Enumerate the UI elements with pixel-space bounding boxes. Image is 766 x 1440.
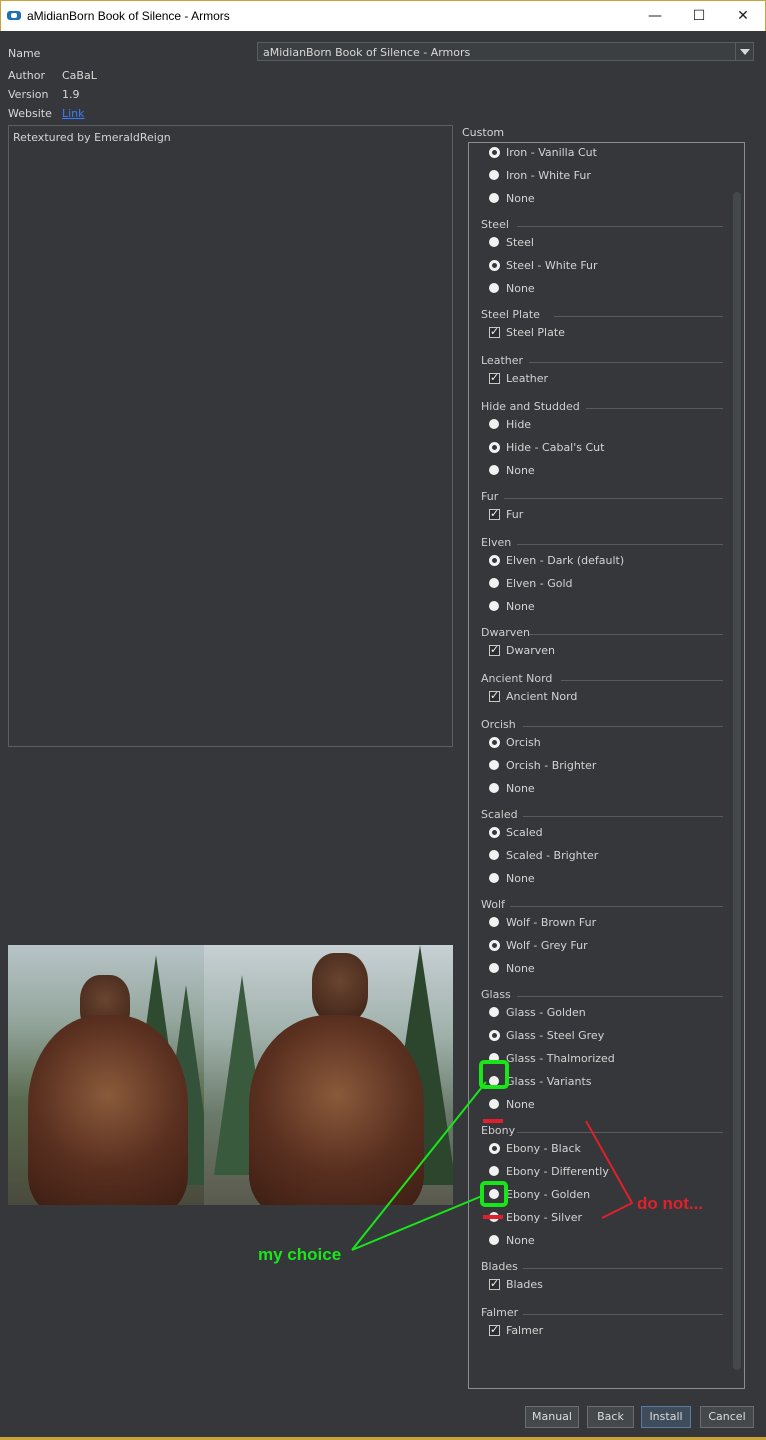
annotation-do-not: do not... [637, 1194, 704, 1213]
annotation-my-choice: my choice [258, 1245, 342, 1264]
pointer-line [351, 1195, 483, 1251]
annotation-overlay [351, 1060, 634, 1251]
pointer-line [351, 1081, 487, 1251]
highlight-box-ebony [480, 1181, 508, 1207]
bracket-mark [585, 1120, 634, 1219]
